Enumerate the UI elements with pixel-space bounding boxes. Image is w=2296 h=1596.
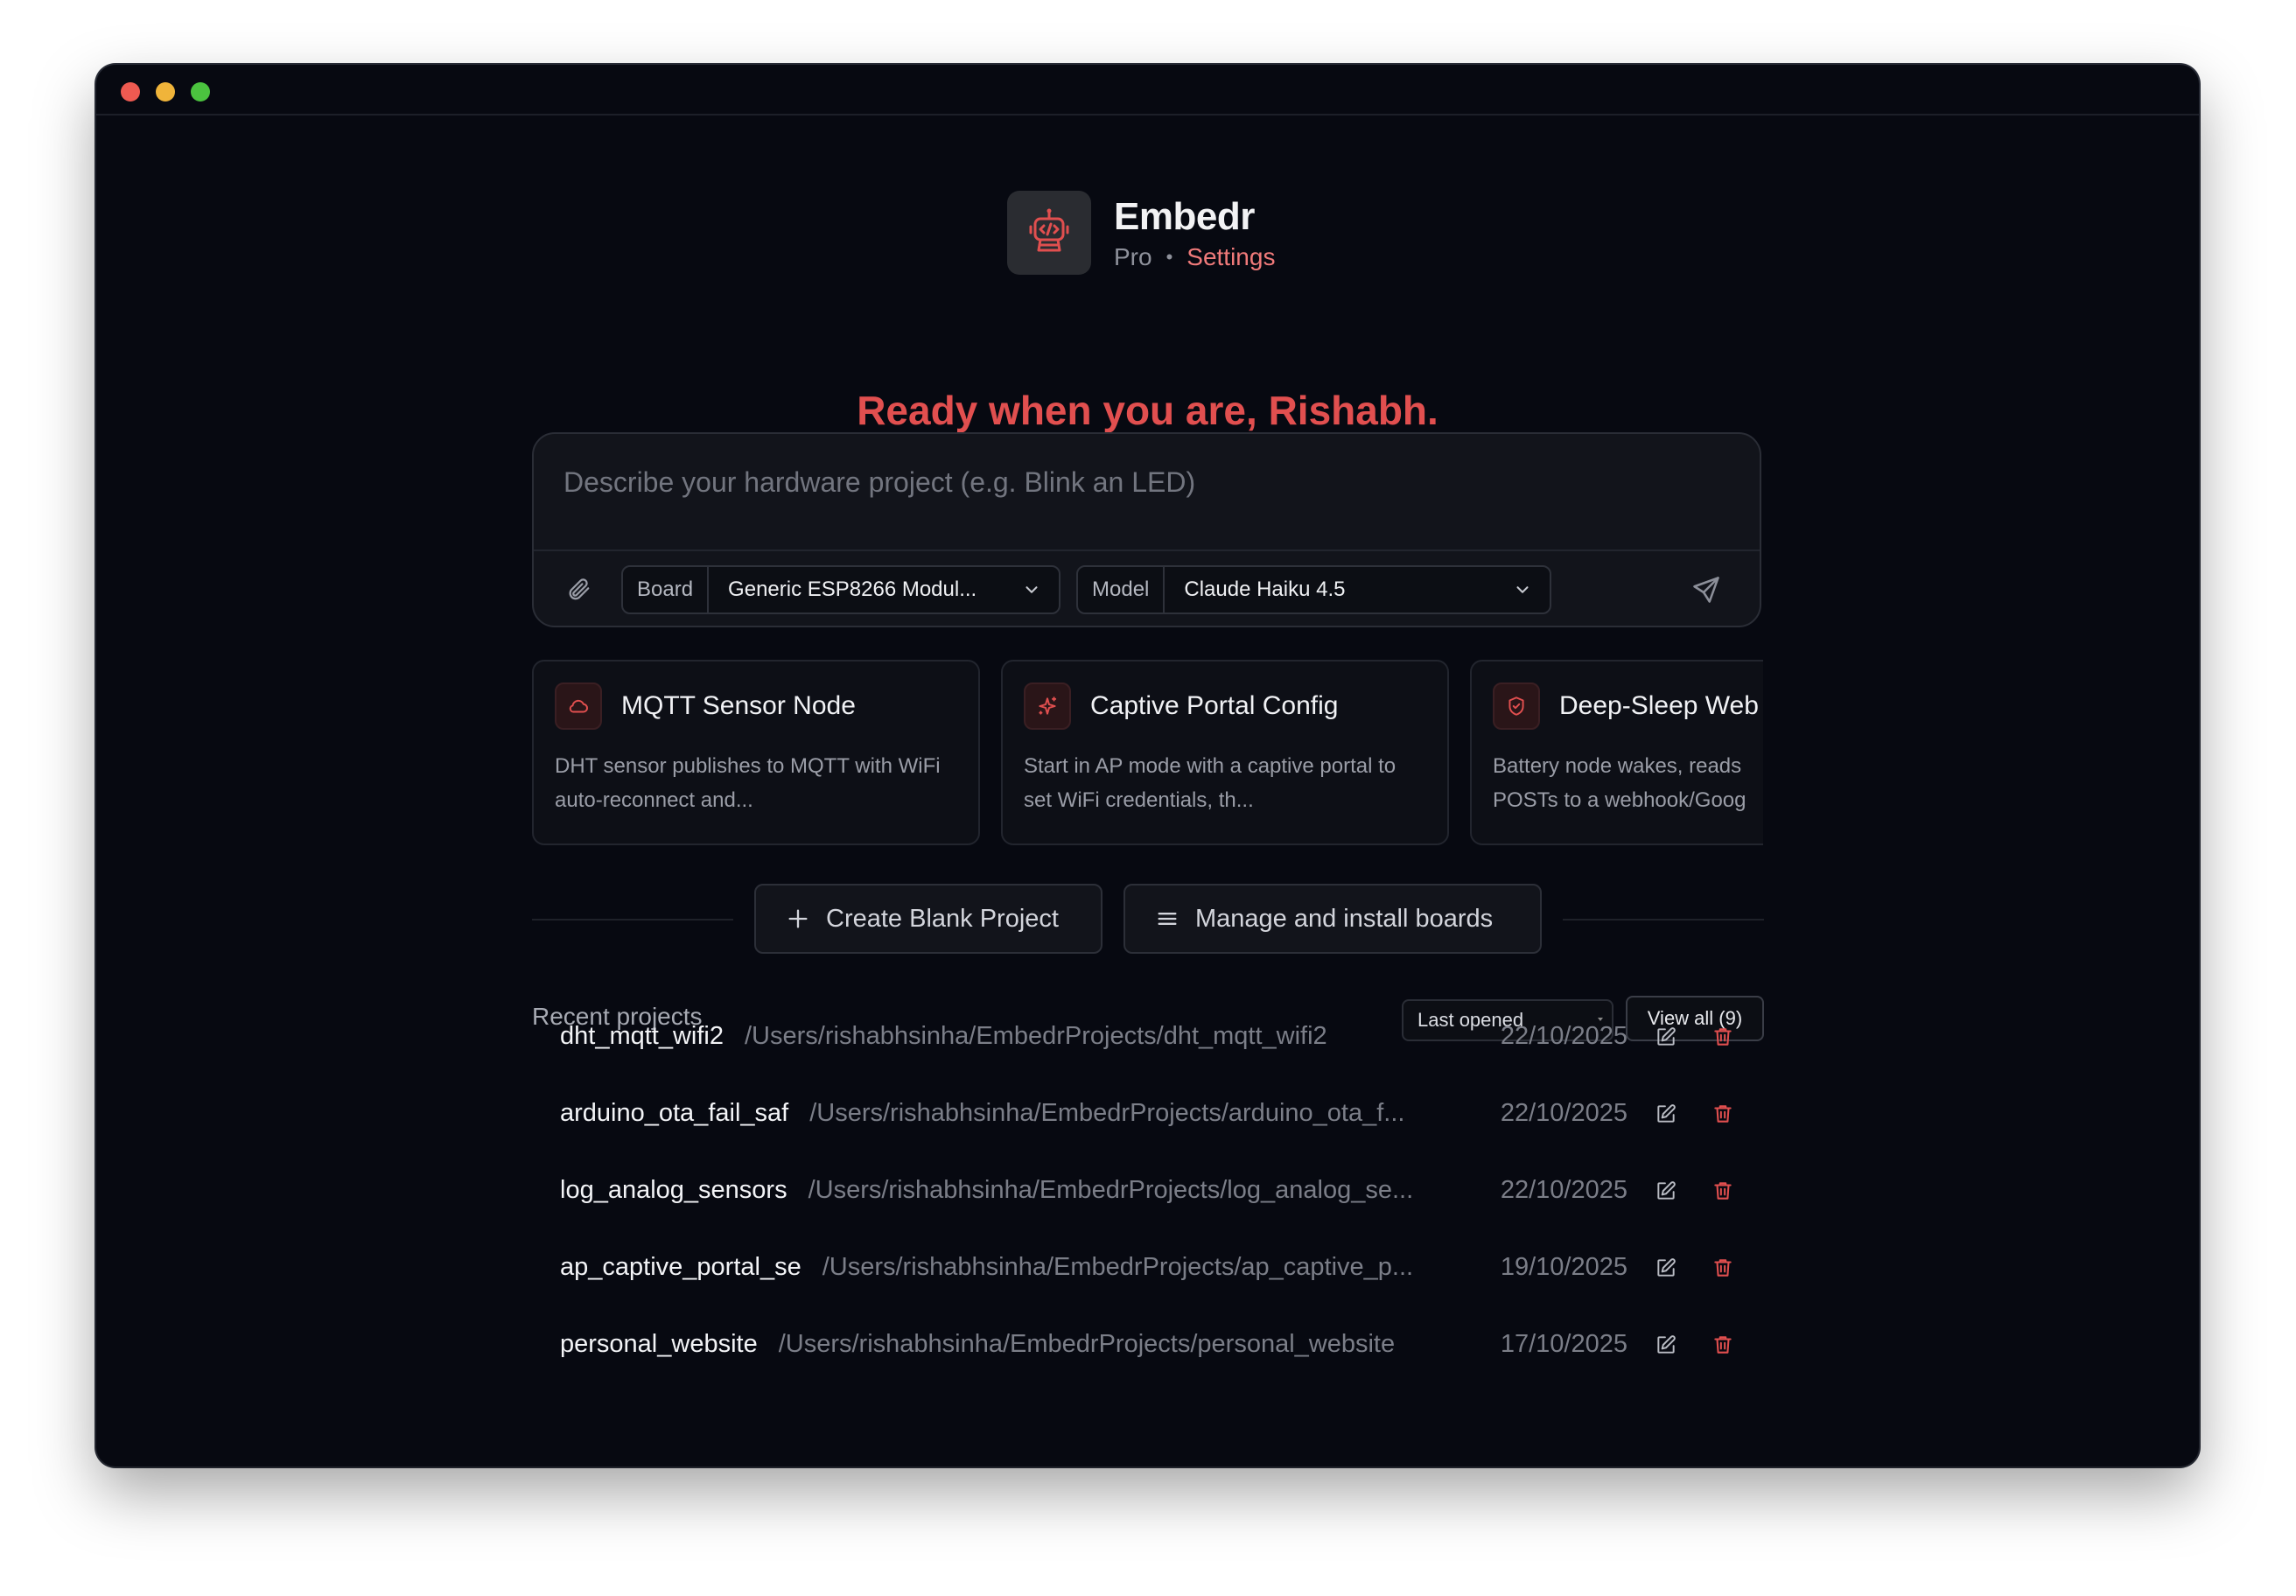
edit-icon[interactable] xyxy=(1655,1334,1677,1361)
app-window: Embedr Pro • Settings Ready when you are… xyxy=(96,65,2199,1466)
project-row[interactable]: personal_website/Users/rishabhsinha/Embe… xyxy=(560,1318,1750,1370)
project-name[interactable]: personal_website xyxy=(560,1330,758,1359)
project-path: /Users/rishabhsinha/EmbedrProjects/ardui… xyxy=(809,1098,1405,1127)
board-value: Generic ESP8266 Modul... xyxy=(728,578,977,601)
project-date: 19/10/2025 xyxy=(1500,1252,1628,1281)
edit-icon[interactable] xyxy=(1655,1180,1677,1207)
close-window-button[interactable] xyxy=(121,82,140,102)
board-label: Board xyxy=(623,567,710,612)
edit-icon[interactable] xyxy=(1655,1256,1677,1284)
prompt-divider xyxy=(534,550,1760,551)
project-path: /Users/rishabhsinha/EmbedrProjects/perso… xyxy=(778,1329,1396,1358)
manage-boards-button[interactable]: Manage and install boards xyxy=(1124,884,1542,954)
brand-header: Embedr Pro • Settings xyxy=(1007,189,1275,276)
project-row[interactable]: log_analog_sensors/Users/rishabhsinha/Em… xyxy=(560,1164,1750,1216)
template-title: Deep-Sleep Web xyxy=(1559,691,1759,720)
separator-dot: • xyxy=(1166,246,1173,268)
plus-icon xyxy=(786,906,810,931)
project-name[interactable]: dht_mqtt_wifi2 xyxy=(560,1022,724,1051)
menu-icon xyxy=(1155,906,1180,931)
shield-icon xyxy=(1493,682,1540,730)
project-name[interactable]: arduino_ota_fail_saf xyxy=(560,1099,788,1128)
chevron-down-icon xyxy=(1026,586,1038,593)
project-date: 22/10/2025 xyxy=(1500,1175,1628,1204)
template-cards: MQTT Sensor Node DHT sensor publishes to… xyxy=(532,660,1763,847)
project-date: 17/10/2025 xyxy=(1500,1329,1628,1358)
trash-icon[interactable] xyxy=(1712,1334,1734,1361)
board-select[interactable]: Board Generic ESP8266 Modul... xyxy=(621,565,1060,614)
template-card-mqtt[interactable]: MQTT Sensor Node DHT sensor publishes to… xyxy=(532,660,980,845)
app-name: Embedr xyxy=(1114,195,1255,238)
project-name[interactable]: log_analog_sensors xyxy=(560,1176,788,1205)
project-date: 22/10/2025 xyxy=(1500,1098,1628,1127)
model-select[interactable]: Model Claude Haiku 4.5 xyxy=(1076,565,1551,614)
project-row[interactable]: dht_mqtt_wifi2/Users/rishabhsinha/Embedr… xyxy=(560,1010,1750,1062)
create-blank-project-button[interactable]: Create Blank Project xyxy=(754,884,1102,954)
sparkle-icon xyxy=(1024,682,1071,730)
trash-icon[interactable] xyxy=(1712,1102,1734,1130)
minimize-window-button[interactable] xyxy=(156,82,175,102)
paperclip-icon[interactable] xyxy=(565,576,592,606)
edit-icon[interactable] xyxy=(1655,1102,1677,1130)
edit-icon[interactable] xyxy=(1655,1026,1677,1053)
divider-right xyxy=(1563,919,1764,920)
robot-logo-icon xyxy=(1007,191,1091,275)
project-row[interactable]: ap_captive_portal_se/Users/rishabhsinha/… xyxy=(560,1241,1750,1293)
plan-label: Pro xyxy=(1114,243,1152,270)
cloud-icon xyxy=(555,682,602,730)
trash-icon[interactable] xyxy=(1712,1256,1734,1284)
trash-icon[interactable] xyxy=(1712,1026,1734,1053)
maximize-window-button[interactable] xyxy=(191,82,210,102)
divider-left xyxy=(532,919,733,920)
send-icon[interactable] xyxy=(1690,574,1722,610)
template-desc: Battery node wakes, reads POSTs to a web… xyxy=(1493,754,1746,812)
chevron-down-icon xyxy=(1516,586,1529,593)
template-desc: DHT sensor publishes to MQTT with WiFi a… xyxy=(555,754,941,812)
model-label: Model xyxy=(1078,567,1166,612)
project-name[interactable]: ap_captive_portal_se xyxy=(560,1253,802,1282)
greeting-heading: Ready when you are, Rishabh. xyxy=(857,388,1438,433)
trash-icon[interactable] xyxy=(1712,1180,1734,1207)
project-path: /Users/rishabhsinha/EmbedrProjects/dht_m… xyxy=(745,1021,1327,1050)
template-title: MQTT Sensor Node xyxy=(621,691,856,720)
title-bar xyxy=(96,65,2199,116)
model-value: Claude Haiku 4.5 xyxy=(1184,578,1346,601)
template-card-deep-sleep[interactable]: Deep-Sleep Web Battery node wakes, reads… xyxy=(1470,660,1763,845)
project-date: 22/10/2025 xyxy=(1500,1021,1628,1050)
project-description-input[interactable] xyxy=(562,455,1720,509)
project-path: /Users/rishabhsinha/EmbedrProjects/ap_ca… xyxy=(822,1252,1414,1281)
project-path: /Users/rishabhsinha/EmbedrProjects/log_a… xyxy=(808,1175,1414,1204)
manage-boards-label: Manage and install boards xyxy=(1195,904,1494,933)
project-row[interactable]: arduino_ota_fail_saf/Users/rishabhsinha/… xyxy=(560,1087,1750,1139)
create-blank-project-label: Create Blank Project xyxy=(826,904,1059,933)
template-title: Captive Portal Config xyxy=(1090,691,1339,720)
template-desc: Start in AP mode with a captive portal t… xyxy=(1024,754,1396,812)
project-prompt-box: Board Generic ESP8266 Modul... Model Cla… xyxy=(532,432,1761,627)
settings-link[interactable]: Settings xyxy=(1186,243,1275,271)
template-card-captive-portal[interactable]: Captive Portal Config Start in AP mode w… xyxy=(1001,660,1449,845)
